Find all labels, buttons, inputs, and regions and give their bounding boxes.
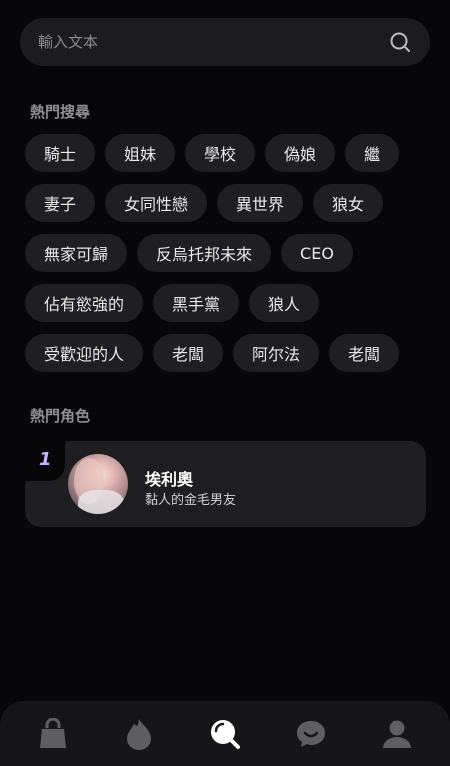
hot-search-title: 熱門搜尋	[30, 103, 91, 121]
tag-row: 妻子 女同性戀 異世界 狼女	[25, 184, 425, 222]
bag-icon	[40, 717, 66, 748]
tag-row: 騎士 姐妹 學校 偽娘 繼	[25, 134, 425, 172]
tag-chip[interactable]: 妻子	[25, 184, 96, 222]
search-bar[interactable]	[20, 18, 430, 66]
nav-profile[interactable]	[367, 704, 427, 764]
search-input[interactable]	[38, 33, 388, 51]
tag-row: 受歡迎的人 老闆 阿尔法 老闆	[25, 334, 425, 372]
hot-characters-title: 熱門角色	[30, 407, 91, 425]
tag-chip[interactable]: 黑手黨	[153, 284, 240, 322]
tag-chip[interactable]: 無家可歸	[25, 234, 128, 272]
tag-chip[interactable]: 女同性戀	[105, 184, 208, 222]
nav-hot[interactable]	[109, 704, 169, 764]
hot-search-tags: 騎士 姐妹 學校 偽娘 繼 妻子 女同性戀 異世界 狼女 無家可歸 反烏托邦未來…	[25, 134, 425, 384]
tag-chip[interactable]: 老闆	[153, 334, 224, 372]
profile-icon	[383, 720, 411, 748]
rank-badge: 1	[25, 441, 65, 481]
tag-chip[interactable]: 偽娘	[265, 134, 336, 172]
search-icon	[211, 719, 240, 749]
rank-number: 1	[39, 449, 52, 470]
tag-chip[interactable]: 騎士	[25, 134, 96, 172]
tag-chip[interactable]: 阿尔法	[233, 334, 320, 372]
chat-icon	[297, 720, 325, 747]
character-name: 埃利奧	[145, 470, 194, 489]
nav-shop[interactable]	[23, 704, 83, 764]
tag-chip[interactable]: 老闆	[329, 334, 400, 372]
tag-chip[interactable]: 異世界	[217, 184, 304, 222]
flame-icon	[127, 718, 151, 750]
search-icon[interactable]	[388, 30, 412, 54]
tag-row: 無家可歸 反烏托邦未來 CEO	[25, 234, 425, 272]
tag-row: 佔有慾強的 黑手黨 狼人	[25, 284, 425, 322]
tag-chip[interactable]: 佔有慾強的	[25, 284, 144, 322]
nav-search[interactable]	[195, 704, 255, 764]
character-description: 黏人的金毛男友	[145, 493, 237, 508]
tag-chip[interactable]: 繼	[345, 134, 400, 172]
tag-chip[interactable]: 反烏托邦未來	[137, 234, 272, 272]
tag-chip[interactable]: 姐妹	[105, 134, 176, 172]
tag-chip[interactable]: CEO	[281, 234, 353, 272]
avatar-shirt	[78, 490, 124, 514]
tag-chip[interactable]: 受歡迎的人	[25, 334, 144, 372]
nav-chat[interactable]	[281, 704, 341, 764]
character-card[interactable]: 1 埃利奧 黏人的金毛男友	[25, 441, 426, 527]
tag-chip[interactable]: 狼人	[249, 284, 320, 322]
bottom-nav	[0, 701, 450, 766]
character-avatar	[68, 454, 128, 514]
tag-chip[interactable]: 狼女	[313, 184, 384, 222]
tag-chip[interactable]: 學校	[185, 134, 256, 172]
